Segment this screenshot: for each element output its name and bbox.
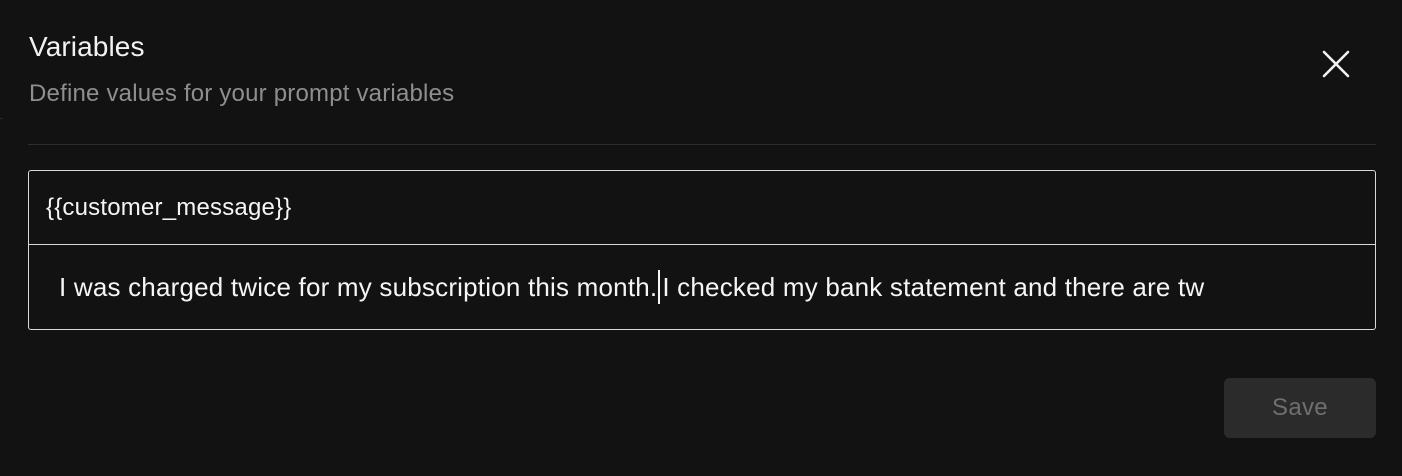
dialog-title: Variables [29,31,145,62]
variable-card: {{customer_message}} I was charged twice… [28,170,1376,330]
variable-value-text-before-caret: I was charged twice for my subscription … [59,271,658,302]
header-divider [28,144,1376,145]
save-button[interactable]: Save [1224,378,1376,438]
dialog-subtitle: Define values for your prompt variables [29,80,455,107]
variable-value-input[interactable]: I was charged twice for my subscription … [29,245,1375,329]
dialog-header: Variables Define values for your prompt … [29,30,454,109]
close-button[interactable] [1314,42,1358,86]
variable-name: {{customer_message}} [29,171,1375,245]
backdrop-edge [0,118,3,119]
variable-value-text-after-caret: I checked my bank statement and there ar… [662,271,1205,302]
variables-dialog: Variables Define values for your prompt … [0,0,1402,476]
close-icon [1322,50,1350,78]
text-caret [658,270,661,304]
